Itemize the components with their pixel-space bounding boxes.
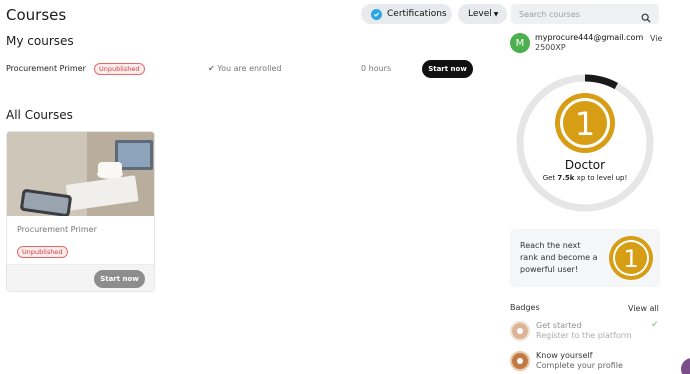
svg-text:1: 1 (575, 105, 595, 143)
user-xp: 2500XP (535, 43, 566, 52)
badge-subtitle: Complete your profile (536, 361, 623, 370)
course-hours: 0 hours (361, 64, 392, 73)
view-all-badges-link[interactable]: View all (628, 304, 659, 313)
check-icon: ✔ (208, 64, 215, 73)
badge-icon (510, 351, 530, 371)
user-email: myprocure444@gmail.com (535, 33, 644, 42)
badge-item[interactable]: Know yourself Complete your profile (510, 350, 660, 372)
view-profile-link[interactable]: Vie (650, 34, 662, 43)
badge-item[interactable]: Get started Register to the platform ✔ (510, 320, 660, 342)
level-label: Level (468, 9, 492, 19)
reach-next-rank-box: Reach the next rank and become a powerfu… (510, 229, 660, 287)
card-footer: Start now (7, 264, 154, 291)
profile-summary: M myprocure444@gmail.com 2500XP Vie (510, 33, 690, 57)
enrolled-text: You are enrolled (217, 64, 282, 73)
unpublished-badge: Unpublished (17, 246, 68, 258)
check-icon: ✔ (651, 320, 659, 330)
rank-medal-icon: 1 (555, 93, 615, 153)
my-courses-title: My courses (6, 34, 74, 48)
next-level-suffix: xp to level up! (574, 174, 628, 182)
avatar[interactable]: M (510, 33, 530, 53)
badges-title: Badges (510, 303, 540, 312)
caret-down-icon: ▼ (493, 10, 499, 18)
rank-progress-ring: 1 Doctor Get 7.5k xp to level up! (514, 72, 656, 214)
badge-icon (510, 321, 530, 341)
reach-text: Reach the next rank and become a powerfu… (520, 241, 598, 274)
badge-title: Know yourself (536, 351, 593, 360)
course-thumbnail (7, 132, 154, 216)
unpublished-badge: Unpublished (94, 63, 145, 75)
search-box (511, 4, 659, 24)
enrolled-status: ✔ You are enrolled (208, 64, 282, 73)
start-now-button[interactable]: Start now (94, 270, 145, 288)
rank-name: Doctor (564, 158, 606, 172)
search-input[interactable] (519, 9, 637, 19)
page-title: Courses (6, 6, 67, 24)
next-level-prefix: Get (542, 174, 558, 182)
start-now-button[interactable]: Start now (422, 60, 473, 78)
badge-subtitle: Register to the platform (536, 331, 632, 340)
svg-text:1: 1 (623, 245, 638, 273)
card-body: Procurement Primer Unpublished (7, 216, 154, 264)
course-name[interactable]: Procurement Primer (6, 64, 86, 73)
next-level-text: Get 7.5k xp to level up! (540, 174, 630, 183)
next-level-xp: 7.5k (557, 174, 575, 182)
all-courses-title: All Courses (6, 108, 73, 122)
certificate-check-icon (371, 8, 382, 20)
level-dropdown[interactable]: Level ▼ (458, 4, 507, 24)
course-card[interactable]: Procurement Primer Unpublished Start now (6, 131, 155, 292)
search-icon[interactable] (641, 8, 651, 27)
my-course-row: Procurement Primer Unpublished ✔ You are… (6, 60, 474, 78)
card-course-name: Procurement Primer (17, 225, 97, 234)
certifications-button[interactable]: Certifications (361, 4, 452, 24)
next-rank-medal-icon: 1 (608, 235, 654, 285)
chat-launcher-button[interactable] (681, 358, 690, 374)
badge-title: Get started (536, 321, 582, 330)
certifications-label: Certifications (387, 9, 447, 19)
